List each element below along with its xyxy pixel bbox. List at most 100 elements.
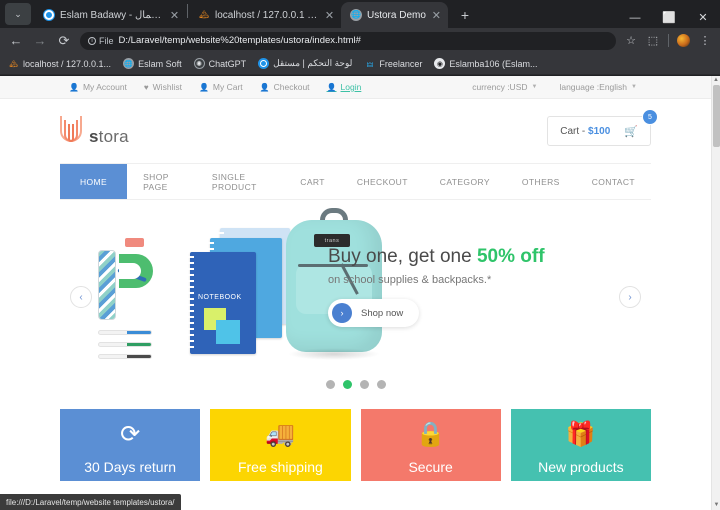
- phpmyadmin-icon: 🏔: [198, 10, 210, 19]
- top-link-checkout[interactable]: 👤 Checkout: [260, 82, 310, 92]
- user-icon: 👤: [326, 82, 337, 92]
- logo-text-bold: s: [89, 126, 99, 146]
- feature-box-secure[interactable]: 🔒 Secure: [360, 409, 501, 481]
- language-selector[interactable]: language :English ▼: [559, 82, 637, 92]
- close-icon[interactable]: ✕: [169, 9, 180, 22]
- tab-search-button[interactable]: ⌄: [5, 3, 31, 25]
- marker-icon: [98, 330, 152, 335]
- site-logo[interactable]: stora: [60, 115, 129, 147]
- phpmyadmin-icon: 🏔: [9, 60, 18, 68]
- chevron-down-icon: ▼: [631, 84, 637, 90]
- top-link-my-account[interactable]: 👤 My Account: [69, 82, 127, 92]
- refresh-icon: ⟳: [120, 421, 141, 448]
- nav-item-shop-page[interactable]: SHOP PAGE: [127, 164, 196, 199]
- feature-box-30-days-return[interactable]: ⟳ 30 Days return: [60, 409, 201, 481]
- url-text: D:/Laravel/temp/website%20templates/usto…: [118, 35, 361, 46]
- bookmark-eslam-soft[interactable]: 🌐 Eslam Soft: [123, 58, 182, 69]
- nav-item-checkout[interactable]: CHECKOUT: [341, 164, 424, 199]
- bookmark-github[interactable]: ◉ Eslamba106 (Eslam...: [434, 58, 537, 69]
- carousel-dot-active[interactable]: [342, 380, 352, 389]
- carousel-dot[interactable]: [359, 380, 369, 389]
- maximize-button[interactable]: ⬜: [652, 11, 686, 24]
- notebook-label: NOTEBOOK: [198, 294, 242, 301]
- sticky-note-icon: [216, 320, 240, 344]
- site-info-pill[interactable]: i File: [88, 36, 114, 46]
- browser-tab-phpmyadmin[interactable]: 🏔 localhost / 127.0.0.1 / school / u ✕: [189, 2, 341, 28]
- browser-tab-ustora-demo[interactable]: 🌐 Ustora Demo ✕: [341, 2, 448, 28]
- extensions-icon[interactable]: ⬚: [646, 34, 660, 47]
- user-icon: 👤: [69, 82, 79, 92]
- bookmark-star-icon[interactable]: ☆: [624, 34, 638, 47]
- github-icon: ◉: [434, 58, 446, 69]
- heart-icon: ♥: [143, 82, 149, 92]
- tab-title: Eslam Badawy - مستقل | الأعمال: [60, 9, 164, 21]
- feature-box-new-products[interactable]: 🎁 New products: [510, 409, 651, 481]
- bookmark-label: Eslam Soft: [138, 58, 182, 69]
- feature-boxes: ⟳ 30 Days return 🚚 Free shipping 🔒 Secur…: [60, 409, 651, 481]
- lock-icon: 🔒: [415, 421, 446, 448]
- eraser-icon: [125, 238, 144, 247]
- currency-selector[interactable]: currency :USD ▼: [472, 82, 537, 92]
- carousel-prev-button[interactable]: ‹: [70, 286, 92, 308]
- top-link-login[interactable]: 👤 Login: [327, 82, 362, 92]
- freelancer-icon: 🜲: [366, 61, 374, 69]
- close-icon[interactable]: ✕: [324, 9, 335, 22]
- shop-now-button[interactable]: › Shop now: [328, 299, 420, 327]
- hero-slide: NOTEBOOK trans Buy one, get one 50% off …: [60, 200, 651, 395]
- page-viewport: 👤 My Account ♥ Wishlist 👤 My Cart 👤 Chec…: [0, 76, 720, 510]
- reload-icon[interactable]: ⟳: [56, 33, 72, 49]
- upwork-icon: [258, 58, 270, 69]
- scrollbar-thumb[interactable]: [713, 85, 720, 147]
- top-link-wishlist[interactable]: ♥ Wishlist: [144, 82, 182, 92]
- scroll-down-icon[interactable]: ▼: [712, 501, 720, 510]
- user-icon: 👤: [259, 82, 270, 92]
- marker-icon: [98, 342, 152, 347]
- nav-item-contact[interactable]: CONTACT: [576, 164, 651, 199]
- browser-tab-upwork[interactable]: Eslam Badawy - مستقل | الأعمال ✕: [34, 2, 186, 28]
- cart-button[interactable]: Cart - $100 🛒 5: [547, 109, 658, 146]
- forward-icon[interactable]: →: [32, 33, 48, 48]
- truck-icon: 🚚: [265, 421, 296, 448]
- bookmark-freelancer[interactable]: 🜲 Freelancer: [364, 58, 423, 69]
- carousel-next-button[interactable]: ›: [619, 286, 641, 308]
- top-bar-selectors: currency :USD ▼ language :English ▼: [472, 82, 637, 92]
- bookmark-chatgpt[interactable]: ✺ ChatGPT: [193, 58, 246, 69]
- nav-item-single-product[interactable]: SINGLE PRODUCT: [196, 164, 284, 199]
- nav-item-home[interactable]: HOME: [60, 164, 128, 199]
- menu-icon[interactable]: ⋮: [698, 34, 712, 47]
- carousel-dot[interactable]: [376, 380, 386, 389]
- nav-item-others[interactable]: OTHERS: [506, 164, 576, 199]
- bookmark-label: لوحة التحكم | مستقل: [273, 58, 353, 68]
- globe-icon: 🌐: [123, 58, 135, 69]
- scroll-up-icon[interactable]: ▲: [712, 76, 720, 85]
- tab-divider: [187, 4, 188, 18]
- page-scrollbar[interactable]: ▲ ▼: [711, 76, 720, 510]
- nav-item-cart[interactable]: CART: [284, 164, 341, 199]
- feature-label: 30 Days return: [84, 459, 177, 475]
- back-icon[interactable]: ←: [8, 33, 24, 48]
- user-icon: 👤: [198, 82, 209, 92]
- toolbar-divider: [668, 34, 669, 47]
- hero-copy: Buy one, get one 50% off on school suppl…: [328, 246, 628, 327]
- new-tab-button[interactable]: +: [456, 7, 474, 23]
- upwork-icon: [43, 9, 55, 21]
- minimize-button[interactable]: —: [618, 12, 652, 24]
- shop-now-label: Shop now: [361, 307, 404, 319]
- bookmark-mostaql[interactable]: لوحة التحكم | مستقل: [258, 58, 352, 69]
- carousel-indicators: [60, 380, 651, 389]
- top-link-label: Login: [340, 82, 362, 92]
- window-controls: — ⬜ ✕: [618, 11, 720, 25]
- top-link-my-cart[interactable]: 👤 My Cart: [199, 82, 243, 92]
- site-top-bar: 👤 My Account ♥ Wishlist 👤 My Cart 👤 Chec…: [0, 76, 711, 99]
- bookmark-localhost[interactable]: 🏔 localhost / 127.0.0.1...: [8, 58, 111, 69]
- nav-item-category[interactable]: CATEGORY: [424, 164, 506, 199]
- bookmark-label: localhost / 127.0.0.1...: [23, 58, 112, 69]
- carousel-dot[interactable]: [325, 380, 335, 389]
- address-bar[interactable]: i File D:/Laravel/temp/website%20templat…: [80, 31, 616, 50]
- feature-box-free-shipping[interactable]: 🚚 Free shipping: [210, 409, 351, 481]
- close-window-button[interactable]: ✕: [686, 11, 720, 24]
- close-icon[interactable]: ✕: [431, 9, 442, 22]
- bookmarks-bar: 🏔 localhost / 127.0.0.1... 🌐 Eslam Soft …: [0, 53, 720, 75]
- scheme-label: File: [99, 35, 114, 46]
- profile-avatar[interactable]: [677, 34, 690, 47]
